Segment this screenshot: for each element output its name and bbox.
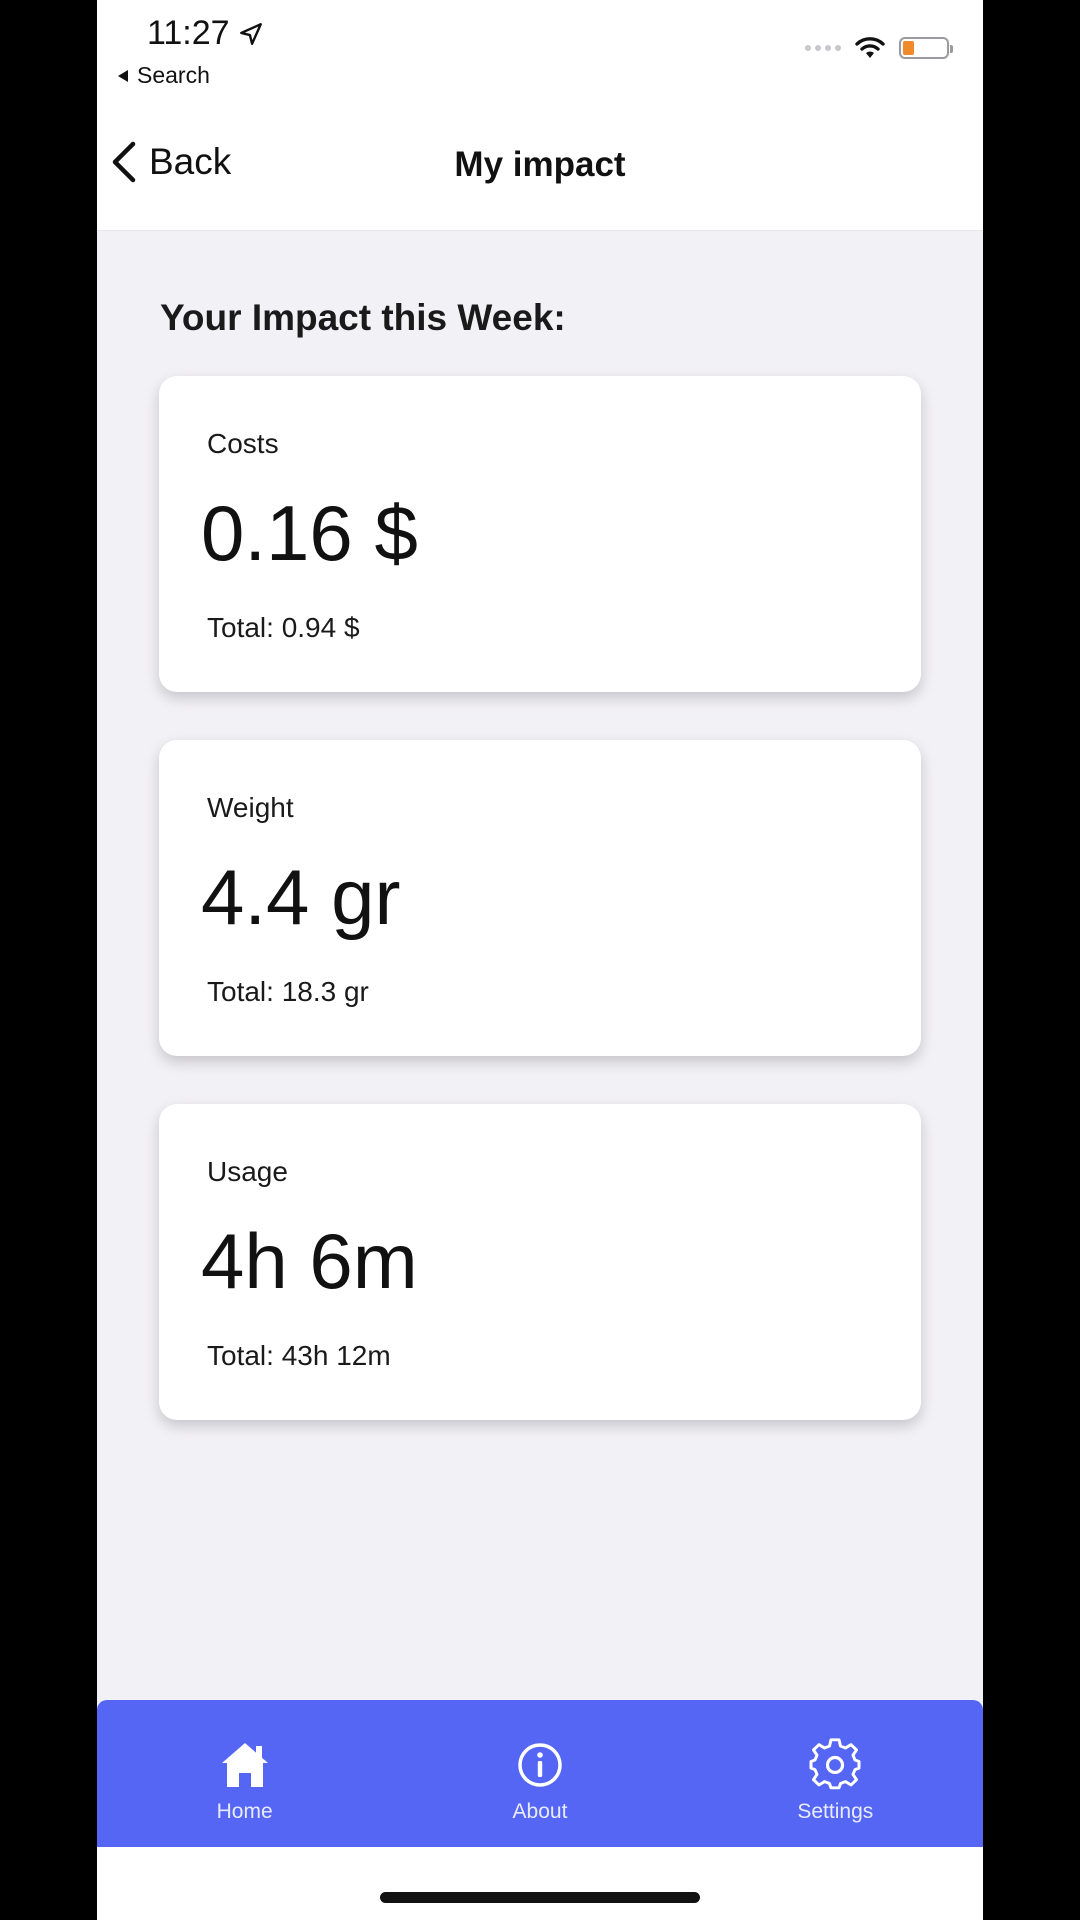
tab-label: About bbox=[512, 1800, 568, 1823]
status-time: 11:27 bbox=[147, 14, 264, 53]
tab-settings[interactable]: Settings bbox=[688, 1700, 983, 1847]
app-screen: 11:27 Search Back My impact Your Impact … bbox=[97, 0, 983, 1920]
card-label: Costs bbox=[207, 428, 279, 459]
battery-level bbox=[903, 41, 914, 55]
card-value: 4.4 gr bbox=[201, 853, 401, 941]
location-arrow-icon bbox=[239, 22, 262, 45]
weight-card: Weight 4.4 gr Total: 18.3 gr bbox=[159, 740, 921, 1056]
home-indicator-area bbox=[97, 1847, 983, 1920]
status-time-text: 11:27 bbox=[147, 14, 230, 52]
card-total: Total: 18.3 gr bbox=[207, 976, 369, 1007]
page-title: My impact bbox=[454, 145, 626, 184]
costs-card: Costs 0.16 $ Total: 0.94 $ bbox=[159, 376, 921, 692]
cellular-signal-icon bbox=[805, 45, 841, 51]
card-total: Total: 0.94 $ bbox=[207, 612, 360, 643]
header: 11:27 Search Back My impact bbox=[97, 0, 983, 231]
return-to-app-link[interactable]: Search bbox=[117, 62, 210, 89]
tab-about[interactable]: About bbox=[392, 1700, 687, 1847]
card-value: 4h 6m bbox=[201, 1217, 418, 1305]
tab-bar: Home About Settings bbox=[97, 1700, 983, 1847]
tab-label: Settings bbox=[797, 1800, 874, 1823]
home-indicator[interactable] bbox=[380, 1892, 700, 1903]
card-total: Total: 43h 12m bbox=[207, 1340, 391, 1371]
back-triangle-icon bbox=[118, 69, 128, 82]
return-to-app-label: Search bbox=[137, 62, 210, 88]
gear-icon bbox=[809, 1738, 861, 1790]
battery-icon bbox=[899, 37, 953, 59]
usage-card: Usage 4h 6m Total: 43h 12m bbox=[159, 1104, 921, 1420]
card-label: Usage bbox=[207, 1156, 288, 1187]
status-indicators bbox=[805, 36, 953, 60]
card-value: 0.16 $ bbox=[201, 489, 418, 577]
card-label: Weight bbox=[207, 792, 294, 823]
tab-label: Home bbox=[216, 1800, 273, 1823]
tab-home[interactable]: Home bbox=[97, 1700, 392, 1847]
home-icon bbox=[221, 1743, 268, 1787]
info-icon bbox=[518, 1743, 562, 1787]
wifi-icon bbox=[855, 37, 885, 58]
section-title: Your Impact this Week: bbox=[160, 297, 566, 338]
